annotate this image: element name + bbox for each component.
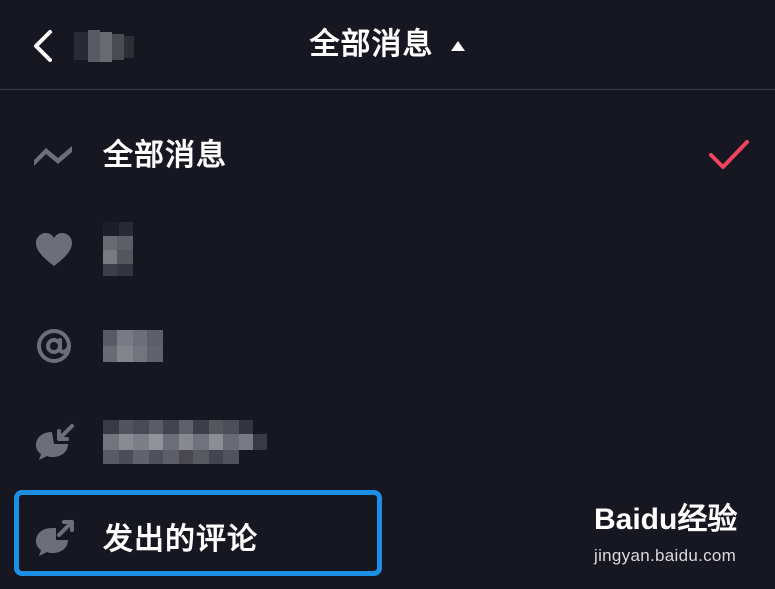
watermark-logo: Baidu经验 [594,503,738,536]
messages-filter-page: 全部消息 全部消息 发出的评论 Baidu经验 jingyan.baidu.co… [0,0,775,589]
menu-item-all-messages[interactable]: 全部消息 [0,106,775,202]
menu-item-received-comments[interactable] [0,394,775,490]
blurred-label [103,420,267,464]
checkmark-icon [709,140,749,169]
watermark-url: jingyan.baidu.com [594,546,737,565]
blurred-label [103,330,163,362]
baidu-jingyan-watermark: Baidu经验 jingyan.baidu.com [594,500,764,580]
page-title: 全部消息 [309,27,434,62]
at-sign-icon [37,329,71,363]
annotation-highlight-box [14,490,382,576]
caret-up-icon [450,20,466,66]
comment-received-icon [36,424,74,460]
menu-item-mentions[interactable] [0,298,775,394]
menu-item-label: 全部消息 [103,138,227,173]
trend-wave-icon [34,146,72,166]
top-bar: 全部消息 [0,0,775,90]
blurred-label [103,222,133,276]
page-title-dropdown[interactable]: 全部消息 [0,22,775,68]
heart-icon [36,233,72,266]
menu-item-likes[interactable] [0,202,775,298]
header-divider [0,89,775,90]
